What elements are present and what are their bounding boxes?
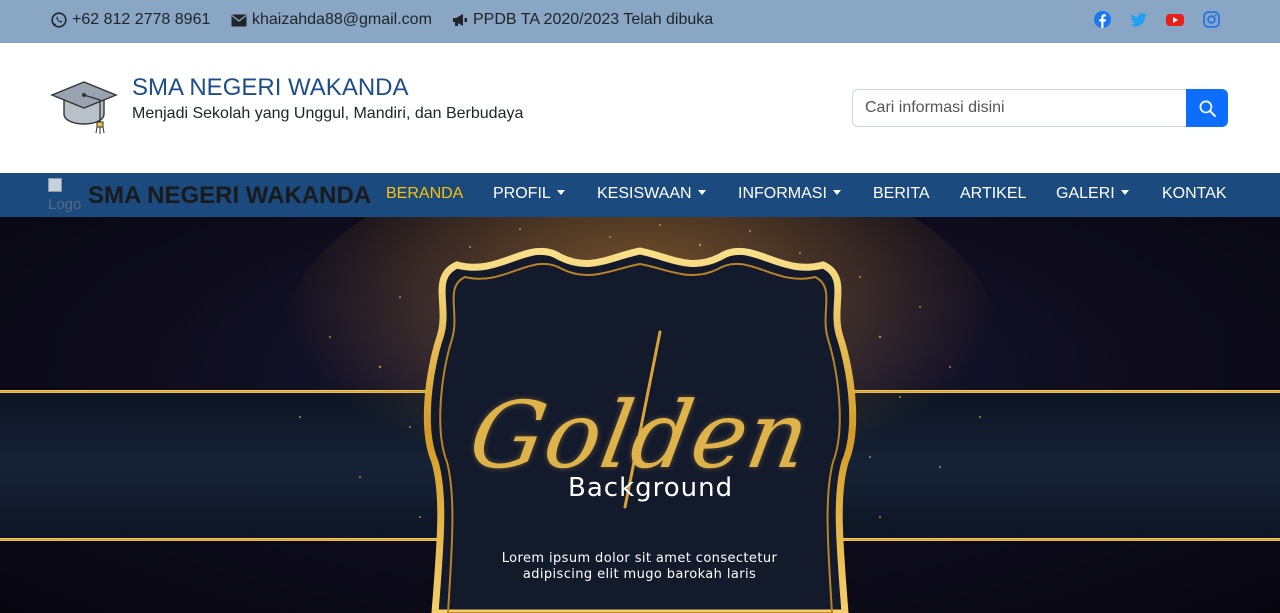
- email-address: khaizahda88@gmail.com: [252, 11, 432, 28]
- instagram-icon: [1203, 11, 1220, 28]
- youtube-link[interactable]: [1166, 11, 1184, 33]
- nav-item-label: INFORMASI: [738, 185, 827, 202]
- phone-contact[interactable]: +62 812 2778 8961: [51, 11, 210, 29]
- nav-item-artikel[interactable]: ARTIKEL: [960, 185, 1026, 203]
- nav-item-label: BERANDA: [386, 185, 464, 202]
- main-navbar: Logo SMA NEGERI WAKANDA BERANDA PROFIL K…: [0, 173, 1280, 217]
- announcement-text: PPDB TA 2020/2023 Telah dibuka: [473, 11, 714, 28]
- nav-item-kesiswaan[interactable]: KESISWAAN: [597, 185, 706, 203]
- facebook-icon: [1094, 11, 1111, 28]
- megaphone-icon: [453, 14, 467, 26]
- graduation-cap-icon: [50, 81, 118, 134]
- nav-item-kontak[interactable]: KONTAK: [1162, 185, 1227, 203]
- hero-text-line-2: adipiscing elit mugo barokah laris: [522, 567, 757, 582]
- facebook-link[interactable]: [1094, 11, 1111, 33]
- phone-number: +62 812 2778 8961: [72, 11, 211, 28]
- caret-down-icon: [556, 190, 565, 195]
- instagram-link[interactable]: [1203, 11, 1220, 33]
- envelope-icon: [231, 14, 247, 26]
- broken-image-icon: [48, 178, 62, 193]
- whatsapp-icon: [51, 12, 67, 28]
- search-icon: [1199, 100, 1216, 117]
- caret-down-icon: [697, 190, 706, 195]
- announcement[interactable]: PPDB TA 2020/2023 Telah dibuka: [452, 11, 713, 29]
- email-contact[interactable]: khaizahda88@gmail.com: [231, 11, 432, 29]
- caret-down-icon: [1120, 190, 1129, 195]
- twitter-icon: [1130, 13, 1147, 27]
- nav-item-profil[interactable]: PROFIL: [493, 185, 565, 203]
- top-contact-bar: +62 812 2778 8961 khaizahda88@gmail.com …: [0, 0, 1280, 43]
- site-title[interactable]: SMA NEGERI WAKANDA: [132, 74, 409, 102]
- hero-text-line-1: Lorem ipsum dolor sit amet consectetur: [501, 551, 778, 566]
- school-logo[interactable]: [50, 76, 118, 143]
- caret-down-icon: [832, 190, 841, 195]
- nav-item-label: KESISWAAN: [597, 185, 692, 202]
- nav-item-berita[interactable]: BERITA: [873, 185, 930, 203]
- nav-item-galeri[interactable]: GALERI: [1056, 185, 1129, 203]
- hero-subtitle: Background: [568, 473, 734, 503]
- navbar-brand[interactable]: SMA NEGERI WAKANDA: [88, 182, 371, 210]
- site-header: SMA NEGERI WAKANDA Menjadi Sekolah yang …: [0, 43, 1280, 173]
- twitter-link[interactable]: [1130, 11, 1147, 33]
- search-button[interactable]: [1186, 89, 1228, 127]
- nav-item-label: BERITA: [873, 185, 930, 202]
- site-tagline: Menjadi Sekolah yang Unggul, Mandiri, da…: [132, 105, 524, 122]
- nav-item-label: KONTAK: [1162, 185, 1227, 202]
- hero-banner: Golden Background Lorem ipsum dolor sit …: [0, 217, 1280, 613]
- nav-item-label: PROFIL: [493, 185, 551, 202]
- nav-item-label: GALERI: [1056, 185, 1115, 202]
- nav-item-informasi[interactable]: INFORMASI: [738, 185, 841, 203]
- nav-item-label: ARTIKEL: [960, 185, 1027, 202]
- navbar-logo-image[interactable]: Logo: [48, 175, 88, 215]
- logo-alt-text: Logo: [48, 196, 82, 213]
- nav-item-beranda[interactable]: BERANDA: [386, 185, 463, 203]
- search-input[interactable]: [852, 89, 1187, 127]
- youtube-icon: [1166, 14, 1184, 26]
